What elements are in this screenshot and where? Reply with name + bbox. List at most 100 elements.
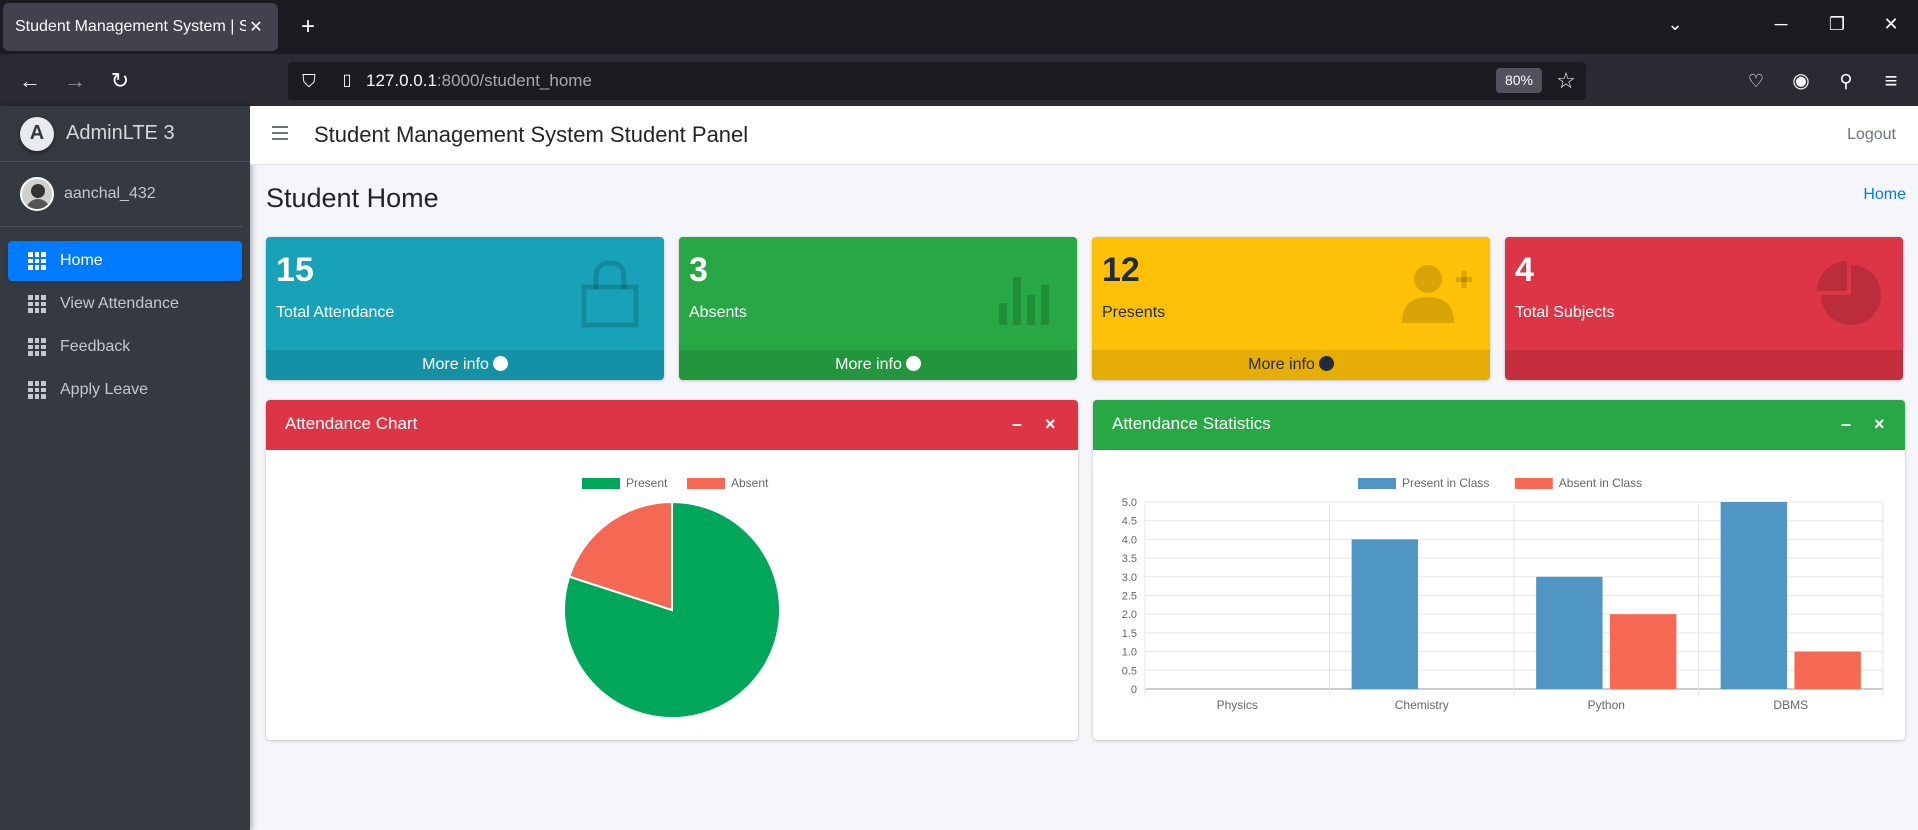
brand-logo-icon: A: [20, 116, 54, 151]
card-title: Attendance Chart: [285, 414, 418, 433]
more-info-label: More info: [422, 356, 489, 373]
box-label: Absents: [689, 304, 747, 321]
tab-title: Student Management System | Stud: [15, 18, 246, 35]
box-label: Total Attendance: [276, 304, 395, 321]
avatar: [20, 177, 54, 211]
card-body: Present in Class Absent in Class 0 0.5 1.0 1.…: [1093, 450, 1905, 740]
restore-window-icon[interactable]: ❐: [1822, 14, 1852, 35]
bar: [1794, 651, 1861, 689]
legend-swatch: [1514, 478, 1553, 489]
y-tick-label: 1.0: [1122, 647, 1137, 659]
y-tick-label: 3.0: [1122, 572, 1137, 584]
y-tick-label: 0: [1131, 684, 1137, 696]
bar: [1351, 539, 1419, 689]
card-title: Attendance Statistics: [1112, 414, 1271, 433]
y-tick-label: 4.5: [1122, 516, 1137, 528]
page-icon[interactable]: ▯: [332, 66, 362, 96]
extensions-icon[interactable]: ⚲: [1831, 66, 1861, 96]
account-icon[interactable]: ◉: [1786, 66, 1816, 96]
brand-link[interactable]: A AdminLTE 3: [0, 106, 250, 162]
th-icon: [28, 381, 46, 399]
minimize-window-icon[interactable]: ─: [1766, 14, 1796, 35]
y-tick-label: 3.5: [1122, 553, 1137, 565]
x-tick-label: Physics: [1217, 698, 1258, 712]
legend-swatch: [687, 478, 725, 489]
bar: [1609, 614, 1677, 689]
arrow-circle-right-icon: [492, 348, 508, 378]
more-info-label: More info: [1248, 356, 1315, 373]
sidebar-item-feedback[interactable]: Feedback: [8, 327, 242, 367]
new-tab-icon[interactable]: +: [293, 12, 323, 42]
y-tick-label: 0.5: [1122, 665, 1137, 677]
sidebar-item-apply-leave[interactable]: Apply Leave: [8, 370, 242, 410]
y-tick-label: 2.0: [1122, 609, 1137, 621]
brand-text: AdminLTE 3: [66, 122, 175, 144]
bookmark-star-icon[interactable]: ☆: [1551, 66, 1581, 96]
legend-swatch: [1358, 478, 1396, 489]
close-icon[interactable]: ×: [1874, 414, 1885, 435]
box-label: Presents: [1102, 304, 1166, 321]
page-title: Student Home: [266, 183, 439, 213]
reload-icon[interactable]: ↻: [105, 66, 135, 96]
pie-chart: Present Absent: [563, 476, 781, 719]
box-label: Total Subjects: [1515, 304, 1615, 321]
minimize-icon[interactable]: –: [1841, 414, 1851, 435]
breadcrumb[interactable]: Home: [1863, 186, 1906, 204]
browser-tab[interactable]: Student Management System | Stud ✕: [3, 3, 278, 51]
sidebar-item-label: View Attendance: [60, 295, 179, 312]
legend-label: Absent in Class: [1559, 476, 1642, 490]
bar-chart-icon: [999, 277, 1049, 325]
sidebar-item-label: Feedback: [60, 338, 131, 355]
card-header: Attendance Chart – ×: [266, 400, 1078, 450]
forward-icon[interactable]: →: [60, 66, 90, 96]
more-info-link[interactable]: More info: [1092, 348, 1490, 380]
sidebar-item-home[interactable]: Home: [8, 241, 242, 281]
zoom-level[interactable]: 80%: [1496, 68, 1542, 93]
minimize-icon[interactable]: –: [1012, 414, 1022, 435]
bar: [1536, 576, 1603, 689]
user-name[interactable]: aanchal_432: [64, 185, 156, 203]
attendance-chart-card: Attendance Chart – × Present Absent: [266, 400, 1078, 740]
tab-close-icon[interactable]: ✕: [246, 17, 266, 37]
total-subjects-box: 4 Total Subjects: [1505, 237, 1903, 380]
menu-icon[interactable]: ≡: [1876, 66, 1906, 96]
sidebar-menu: Home View Attendance Feedback Apply Leav…: [0, 227, 250, 427]
list-tabs-icon[interactable]: ⌄: [1660, 14, 1690, 35]
close-icon[interactable]: ×: [1045, 414, 1056, 435]
main-header: Student Management System Student Panel …: [250, 106, 1918, 165]
th-icon: [28, 338, 46, 356]
box-value: 3: [689, 251, 708, 289]
url-text[interactable]: 127.0.0.1:8000/student_home: [366, 71, 592, 91]
url-path: :8000/student_home: [436, 71, 592, 90]
pocket-icon[interactable]: ♡: [1741, 66, 1771, 96]
card-header: Attendance Statistics – ×: [1093, 400, 1905, 450]
x-tick-label: Chemistry: [1395, 698, 1449, 712]
y-tick-label: 2.5: [1122, 591, 1137, 603]
logout-link[interactable]: Logout: [1847, 126, 1896, 144]
card-body: Present Absent: [266, 450, 1078, 740]
legend-label: Present: [626, 476, 668, 490]
y-tick-label: 4.0: [1122, 534, 1137, 546]
legend-swatch: [582, 478, 620, 489]
legend-label: Absent: [731, 476, 769, 490]
hamburger-icon[interactable]: [272, 126, 288, 140]
url-host: 127.0.0.1: [366, 71, 437, 90]
sidebar-item-label: Home: [60, 252, 103, 269]
back-icon[interactable]: ←: [15, 66, 45, 96]
browser-tabbar: Student Management System | Stud ✕ + ⌄ ─…: [0, 0, 1918, 54]
arrow-circle-right-icon: [905, 348, 921, 378]
more-info-link[interactable]: More info: [679, 348, 1077, 380]
user-plus-icon: [1402, 265, 1472, 323]
box-value: 15: [276, 251, 314, 289]
box-value: 4: [1515, 251, 1534, 289]
absents-box: 3 Absents More info: [679, 237, 1077, 380]
sidebar-item-view-attendance[interactable]: View Attendance: [8, 284, 242, 324]
more-info-link[interactable]: More info: [266, 348, 664, 380]
shield-icon[interactable]: ⛉: [294, 66, 324, 96]
x-tick-label: Python: [1588, 698, 1625, 712]
sidebar-item-label: Apply Leave: [60, 381, 149, 398]
user-panel: aanchal_432: [0, 162, 242, 227]
close-window-icon[interactable]: ✕: [1876, 14, 1906, 35]
arrow-circle-right-icon: [1318, 348, 1334, 378]
total-attendance-box: 15 Total Attendance More info: [266, 237, 664, 380]
